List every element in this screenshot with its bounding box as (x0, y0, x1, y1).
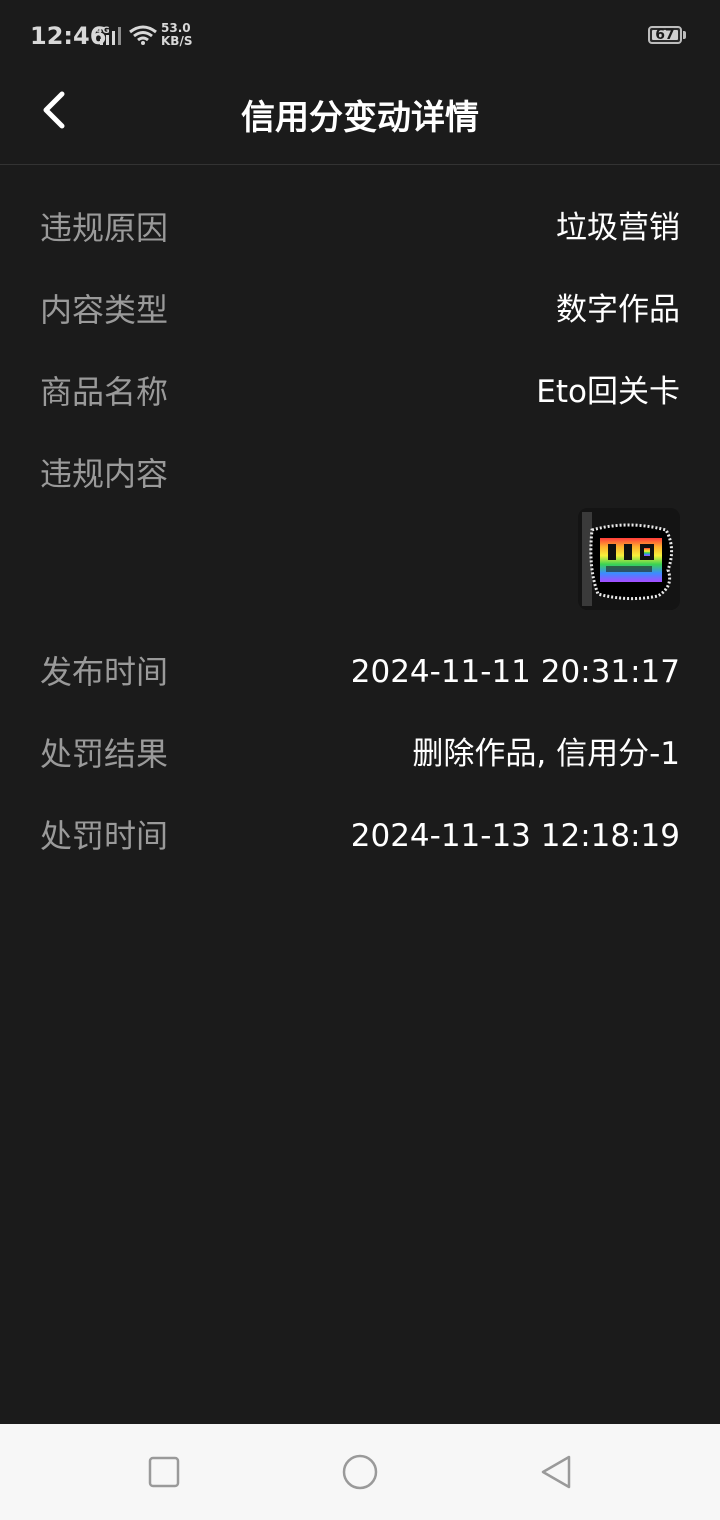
net-speed: 53.0 KB/S (161, 22, 201, 48)
row-violation-content: 违规内容 (40, 444, 680, 504)
home-button[interactable] (336, 1448, 384, 1496)
row-product-name: 商品名称 Eto回关卡 (40, 362, 680, 422)
eto-sticker-image (578, 508, 680, 610)
publish-time-value: 2024-11-11 20:31:17 (350, 654, 680, 690)
penalty-time-value: 2024-11-13 12:18:19 (350, 818, 680, 854)
status-bar: 12:46 4G 53.0 KB/S 67 (0, 0, 720, 72)
back-icon (541, 1455, 571, 1489)
nav-back-button[interactable] (532, 1448, 580, 1496)
violation-content-label: 违规内容 (40, 455, 169, 493)
publish-time-label: 发布时间 (40, 653, 169, 691)
page-title: 信用分变动详情 (241, 98, 479, 138)
navigation-bar (0, 1424, 720, 1520)
violation-content-thumbnail[interactable] (578, 508, 680, 610)
product-name-label: 商品名称 (40, 373, 169, 411)
penalty-result-value: 删除作品, 信用分-1 (412, 736, 680, 772)
wifi-icon (129, 25, 157, 45)
content-type-value: 数字作品 (556, 292, 680, 328)
screen: 12:46 4G 53.0 KB/S 67 信用分变动详情 违规原因 垃圾营销 … (0, 0, 720, 1520)
net-speed-unit: KB/S (161, 34, 193, 48)
product-name-value: Eto回关卡 (536, 374, 680, 410)
penalty-result-label: 处罚结果 (40, 735, 169, 773)
row-content-type: 内容类型 数字作品 (40, 280, 680, 340)
battery-level: 67 (655, 27, 675, 43)
home-icon (342, 1454, 378, 1490)
status-time: 12:46 (30, 22, 107, 50)
violation-reason-label: 违规原因 (40, 209, 169, 247)
content-type-label: 内容类型 (40, 291, 169, 329)
row-penalty-time: 处罚时间 2024-11-13 12:18:19 (40, 806, 680, 866)
row-publish-time: 发布时间 2024-11-11 20:31:17 (40, 642, 680, 702)
battery-tip (683, 31, 686, 39)
battery-icon: 67 (648, 26, 682, 44)
row-violation-reason: 违规原因 垃圾营销 (40, 198, 680, 258)
header: 信用分变动详情 (0, 72, 720, 165)
signal-bars-icon (100, 27, 121, 45)
recent-apps-button[interactable] (140, 1448, 188, 1496)
row-penalty-result: 处罚结果 删除作品, 信用分-1 (40, 724, 680, 784)
violation-reason-value: 垃圾营销 (556, 210, 680, 246)
recent-apps-icon (148, 1456, 180, 1488)
penalty-time-label: 处罚时间 (40, 817, 169, 855)
